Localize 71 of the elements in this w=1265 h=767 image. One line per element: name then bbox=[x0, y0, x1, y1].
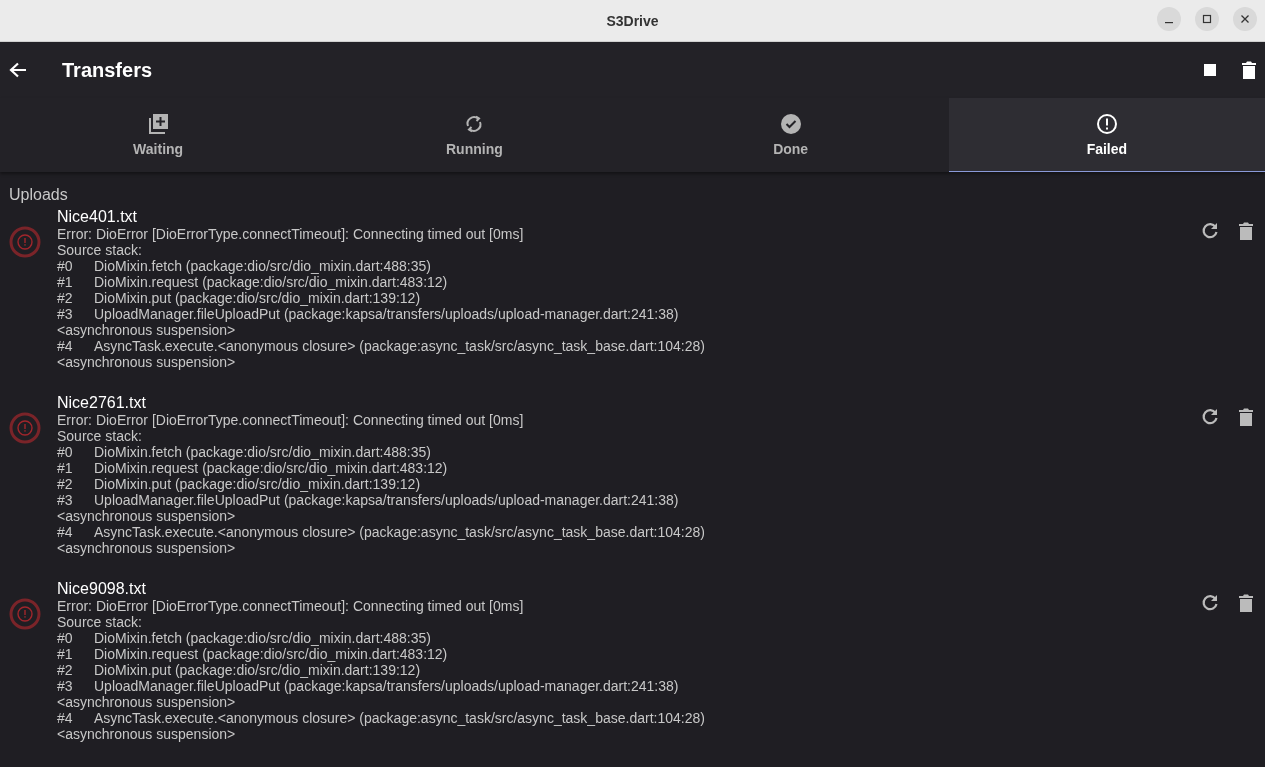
error-icon bbox=[9, 412, 41, 444]
frame-call: DioMixin.put (package:dio/src/dio_mixin.dart:139:12) bbox=[94, 662, 421, 678]
frame-call: DioMixin.put (package:dio/src/dio_mixin.dart:139:12) bbox=[94, 476, 421, 492]
frame-call: AsyncTask.execute.<anonymous closure> (package:async_task/src/async_task_base.dart:104:28) bbox=[94, 710, 705, 726]
back-arrow-icon[interactable] bbox=[9, 62, 27, 78]
error-icon bbox=[9, 226, 41, 258]
stack-note: <asynchronous suspension> bbox=[57, 694, 237, 710]
error-icon bbox=[1095, 112, 1118, 135]
frame-index: #4 bbox=[57, 338, 74, 354]
stack-header: Source stack: bbox=[57, 614, 143, 630]
tab[interactable]: Running bbox=[316, 98, 633, 172]
window-title: S3Drive bbox=[606, 12, 659, 29]
frame-call: DioMixin.fetch (package:dio/src/dio_mixin.dart:488:35) bbox=[94, 444, 431, 460]
frame-index: #1 bbox=[57, 274, 74, 290]
frame-call: DioMixin.fetch (package:dio/src/dio_mixin.dart:488:35) bbox=[94, 258, 431, 274]
retry-icon[interactable] bbox=[1201, 408, 1219, 426]
close-button[interactable] bbox=[1233, 7, 1257, 31]
frame-index: #0 bbox=[57, 630, 74, 646]
error-message: Error: DioError [DioErrorType.connectTimeout]: Connecting timed out [0ms] bbox=[57, 412, 525, 428]
section-heading: Uploads bbox=[9, 186, 69, 204]
frame-index: #0 bbox=[57, 444, 74, 460]
error-message: Error: DioError [DioErrorType.connectTimeout]: Connecting timed out [0ms] bbox=[57, 226, 525, 242]
frame-call: DioMixin.request (package:dio/src/dio_mixin.dart:483:12) bbox=[94, 274, 448, 290]
frame-index: #2 bbox=[57, 662, 74, 678]
frame-index: #3 bbox=[57, 306, 74, 322]
frame-index: #1 bbox=[57, 646, 74, 662]
delete-icon[interactable] bbox=[1239, 222, 1253, 240]
retry-icon[interactable] bbox=[1201, 222, 1219, 240]
error-message: Error: DioError [DioErrorType.connectTimeout]: Connecting timed out [0ms] bbox=[57, 598, 525, 614]
frame-call: UploadManager.fileUploadPut (package:kapsa/transfers/uploads/upload-manager.dart:241:38) bbox=[94, 306, 679, 322]
stack-note: <asynchronous suspension> bbox=[57, 354, 237, 370]
frame-index: #1 bbox=[57, 460, 74, 476]
frame-call: DioMixin.request (package:dio/src/dio_mixin.dart:483:12) bbox=[94, 646, 448, 662]
frame-call: DioMixin.put (package:dio/src/dio_mixin.dart:139:12) bbox=[94, 290, 421, 306]
frame-call: DioMixin.request (package:dio/src/dio_mixin.dart:483:12) bbox=[94, 460, 448, 476]
stack-note: <asynchronous suspension> bbox=[57, 322, 237, 338]
frame-index: #0 bbox=[57, 258, 74, 274]
close-icon bbox=[1240, 14, 1250, 24]
frame-call: UploadManager.fileUploadPut (package:kapsa/transfers/uploads/upload-manager.dart:241:38) bbox=[94, 492, 679, 508]
add-to-queue-icon bbox=[147, 112, 170, 135]
frame-call: UploadManager.fileUploadPut (package:kapsa/transfers/uploads/upload-manager.dart:241:38) bbox=[94, 678, 679, 694]
check-circle-icon bbox=[779, 112, 802, 135]
frame-index: #4 bbox=[57, 710, 74, 726]
frame-index: #2 bbox=[57, 290, 74, 306]
frame-call: AsyncTask.execute.<anonymous closure> (package:async_task/src/async_task_base.dart:104:28) bbox=[94, 524, 705, 540]
maximize-button[interactable] bbox=[1195, 7, 1219, 31]
delete-icon[interactable] bbox=[1242, 61, 1256, 79]
stack-note: <asynchronous suspension> bbox=[57, 726, 237, 742]
delete-icon[interactable] bbox=[1239, 408, 1253, 426]
file-name: Nice9098.txt bbox=[57, 580, 147, 598]
tab[interactable]: Failed bbox=[948, 98, 1265, 172]
file-name: Nice401.txt bbox=[57, 208, 139, 226]
frame-index: #3 bbox=[57, 492, 74, 508]
frame-call: DioMixin.fetch (package:dio/src/dio_mixin.dart:488:35) bbox=[94, 630, 431, 646]
stack-note: <asynchronous suspension> bbox=[57, 508, 237, 524]
stack-note: <asynchronous suspension> bbox=[57, 540, 237, 556]
frame-index: #3 bbox=[57, 678, 74, 694]
frame-index: #4 bbox=[57, 524, 74, 540]
page-title: Transfers bbox=[62, 58, 153, 82]
minimize-icon bbox=[1165, 21, 1173, 24]
delete-icon[interactable] bbox=[1239, 594, 1253, 612]
error-icon bbox=[9, 598, 41, 630]
file-name: Nice2761.txt bbox=[57, 394, 147, 412]
maximize-icon bbox=[1202, 14, 1212, 24]
stack-header: Source stack: bbox=[57, 242, 143, 258]
frame-index: #2 bbox=[57, 476, 74, 492]
tab[interactable]: Done bbox=[632, 98, 949, 172]
stack-header: Source stack: bbox=[57, 428, 143, 444]
tab[interactable]: Waiting bbox=[0, 98, 317, 172]
retry-icon[interactable] bbox=[1201, 594, 1219, 612]
frame-call: AsyncTask.execute.<anonymous closure> (package:async_task/src/async_task_base.dart:104:28) bbox=[94, 338, 705, 354]
